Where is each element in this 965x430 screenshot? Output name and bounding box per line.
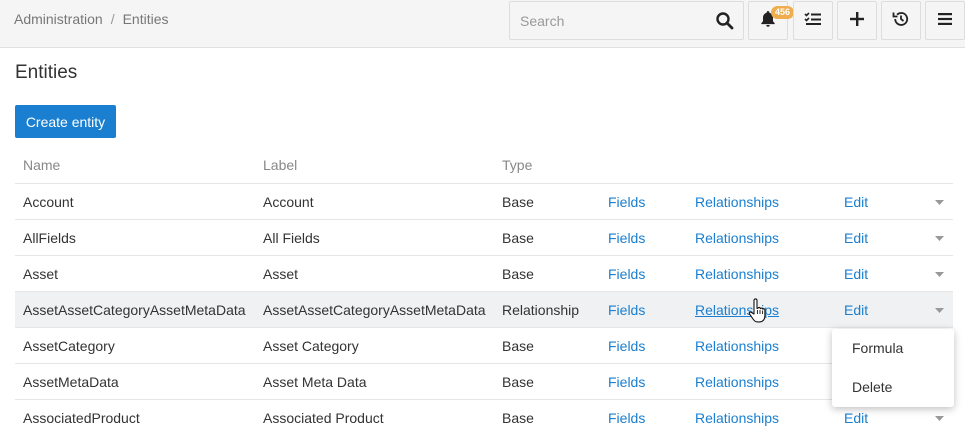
column-header-label[interactable]: Label bbox=[263, 147, 297, 183]
entity-name-cell: Account bbox=[23, 194, 74, 210]
entity-name-cell: AssetMetaData bbox=[23, 374, 119, 390]
entity-type-cell: Base bbox=[502, 410, 534, 426]
entity-name-cell: AllFields bbox=[23, 230, 76, 246]
notifications-button[interactable]: 456 bbox=[748, 1, 795, 40]
table-row: AssetAssetCategoryAssetMetaData AssetAsse… bbox=[15, 292, 953, 328]
search-input[interactable] bbox=[510, 2, 710, 39]
entity-type-cell: Base bbox=[502, 230, 534, 246]
entity-type-cell: Base bbox=[502, 338, 534, 354]
menu-icon bbox=[937, 12, 953, 29]
global-search bbox=[509, 1, 744, 40]
fields-link[interactable]: Fields bbox=[608, 328, 645, 364]
table-row: Asset Asset Base Fields Relationships Edit bbox=[15, 256, 953, 292]
breadcrumb: Administration / Entities bbox=[14, 11, 169, 27]
tasks-button[interactable] bbox=[793, 1, 833, 40]
entity-name-cell: AssetCategory bbox=[23, 338, 115, 354]
fields-link[interactable]: Fields bbox=[608, 184, 645, 220]
edit-link[interactable]: Edit bbox=[844, 256, 868, 292]
entity-name-cell: Asset bbox=[23, 266, 59, 282]
breadcrumb-current: Entities bbox=[122, 11, 169, 27]
relationships-link[interactable]: Relationships bbox=[695, 184, 779, 220]
entity-type-cell: Base bbox=[502, 194, 534, 210]
table-row: AssetMetaData Asset Meta Data Base Fields Re… bbox=[15, 364, 953, 400]
page-title: Entities bbox=[15, 62, 78, 83]
last-viewed-button[interactable] bbox=[881, 1, 921, 40]
edit-link[interactable]: Edit bbox=[844, 184, 868, 220]
column-header-type[interactable]: Type bbox=[502, 147, 532, 183]
search-icon[interactable] bbox=[715, 11, 735, 31]
entity-label-cell: AssetAssetCategoryAssetMetaData bbox=[263, 302, 486, 318]
row-actions-caret-icon[interactable] bbox=[932, 184, 946, 220]
plus-icon bbox=[849, 11, 865, 30]
entity-type-cell: Relationship bbox=[502, 302, 580, 318]
relationships-link[interactable]: Relationships bbox=[695, 400, 779, 430]
row-actions-dropdown: Formula Delete bbox=[832, 329, 954, 407]
relationships-link[interactable]: Relationships bbox=[695, 328, 779, 364]
table-header-row: Name Label Type bbox=[15, 147, 953, 184]
edit-link[interactable]: Edit bbox=[844, 292, 868, 328]
entity-label-cell: All Fields bbox=[263, 230, 320, 246]
fields-link[interactable]: Fields bbox=[608, 292, 645, 328]
entity-name-cell: AssociatedProduct bbox=[23, 410, 140, 426]
hand-pointer-cursor-icon bbox=[748, 298, 768, 324]
fields-link[interactable]: Fields bbox=[608, 364, 645, 400]
entity-label-cell: Asset Category bbox=[263, 338, 359, 354]
dropdown-item-delete[interactable]: Delete bbox=[832, 368, 954, 407]
create-entity-button[interactable]: Create entity bbox=[15, 105, 116, 138]
entity-type-cell: Base bbox=[502, 374, 534, 390]
row-actions-caret-icon[interactable] bbox=[932, 292, 946, 328]
row-actions-caret-icon[interactable] bbox=[932, 256, 946, 292]
entities-table: Name Label Type Account Account Base Fields… bbox=[15, 147, 953, 430]
relationships-link[interactable]: Relationships bbox=[695, 256, 779, 292]
table-row: Account Account Base Fields Relationships Edi… bbox=[15, 184, 953, 220]
history-icon bbox=[892, 10, 910, 31]
dropdown-item-formula[interactable]: Formula bbox=[832, 329, 954, 368]
fields-link[interactable]: Fields bbox=[608, 256, 645, 292]
relationships-link[interactable]: Relationships bbox=[695, 220, 779, 256]
tasks-icon bbox=[804, 11, 822, 30]
entity-name-cell: AssetAssetCategoryAssetMetaData bbox=[23, 302, 246, 318]
row-actions-caret-icon[interactable] bbox=[932, 220, 946, 256]
notifications-count-badge: 456 bbox=[771, 6, 795, 19]
breadcrumb-administration[interactable]: Administration bbox=[14, 11, 103, 27]
top-bar: Administration / Entities 456 bbox=[0, 0, 965, 48]
quick-create-button[interactable] bbox=[837, 1, 877, 40]
table-row: AssociatedProduct Associated Product Base F… bbox=[15, 400, 953, 430]
entity-label-cell: Asset bbox=[263, 266, 299, 282]
entity-label-cell: Asset Meta Data bbox=[263, 374, 367, 390]
relationships-link[interactable]: Relationships bbox=[695, 364, 779, 400]
edit-link[interactable]: Edit bbox=[844, 220, 868, 256]
breadcrumb-separator: / bbox=[110, 11, 115, 27]
menu-button[interactable] bbox=[925, 1, 965, 40]
entity-label-cell: Associated Product bbox=[263, 410, 384, 426]
entity-type-cell: Base bbox=[502, 266, 534, 282]
table-row: AssetCategory Asset Category Base Fields Rel… bbox=[15, 328, 953, 364]
fields-link[interactable]: Fields bbox=[608, 400, 645, 430]
column-header-name[interactable]: Name bbox=[23, 147, 60, 183]
table-row: AllFields All Fields Base Fields Relationshi… bbox=[15, 220, 953, 256]
fields-link[interactable]: Fields bbox=[608, 220, 645, 256]
entity-label-cell: Account bbox=[263, 194, 314, 210]
